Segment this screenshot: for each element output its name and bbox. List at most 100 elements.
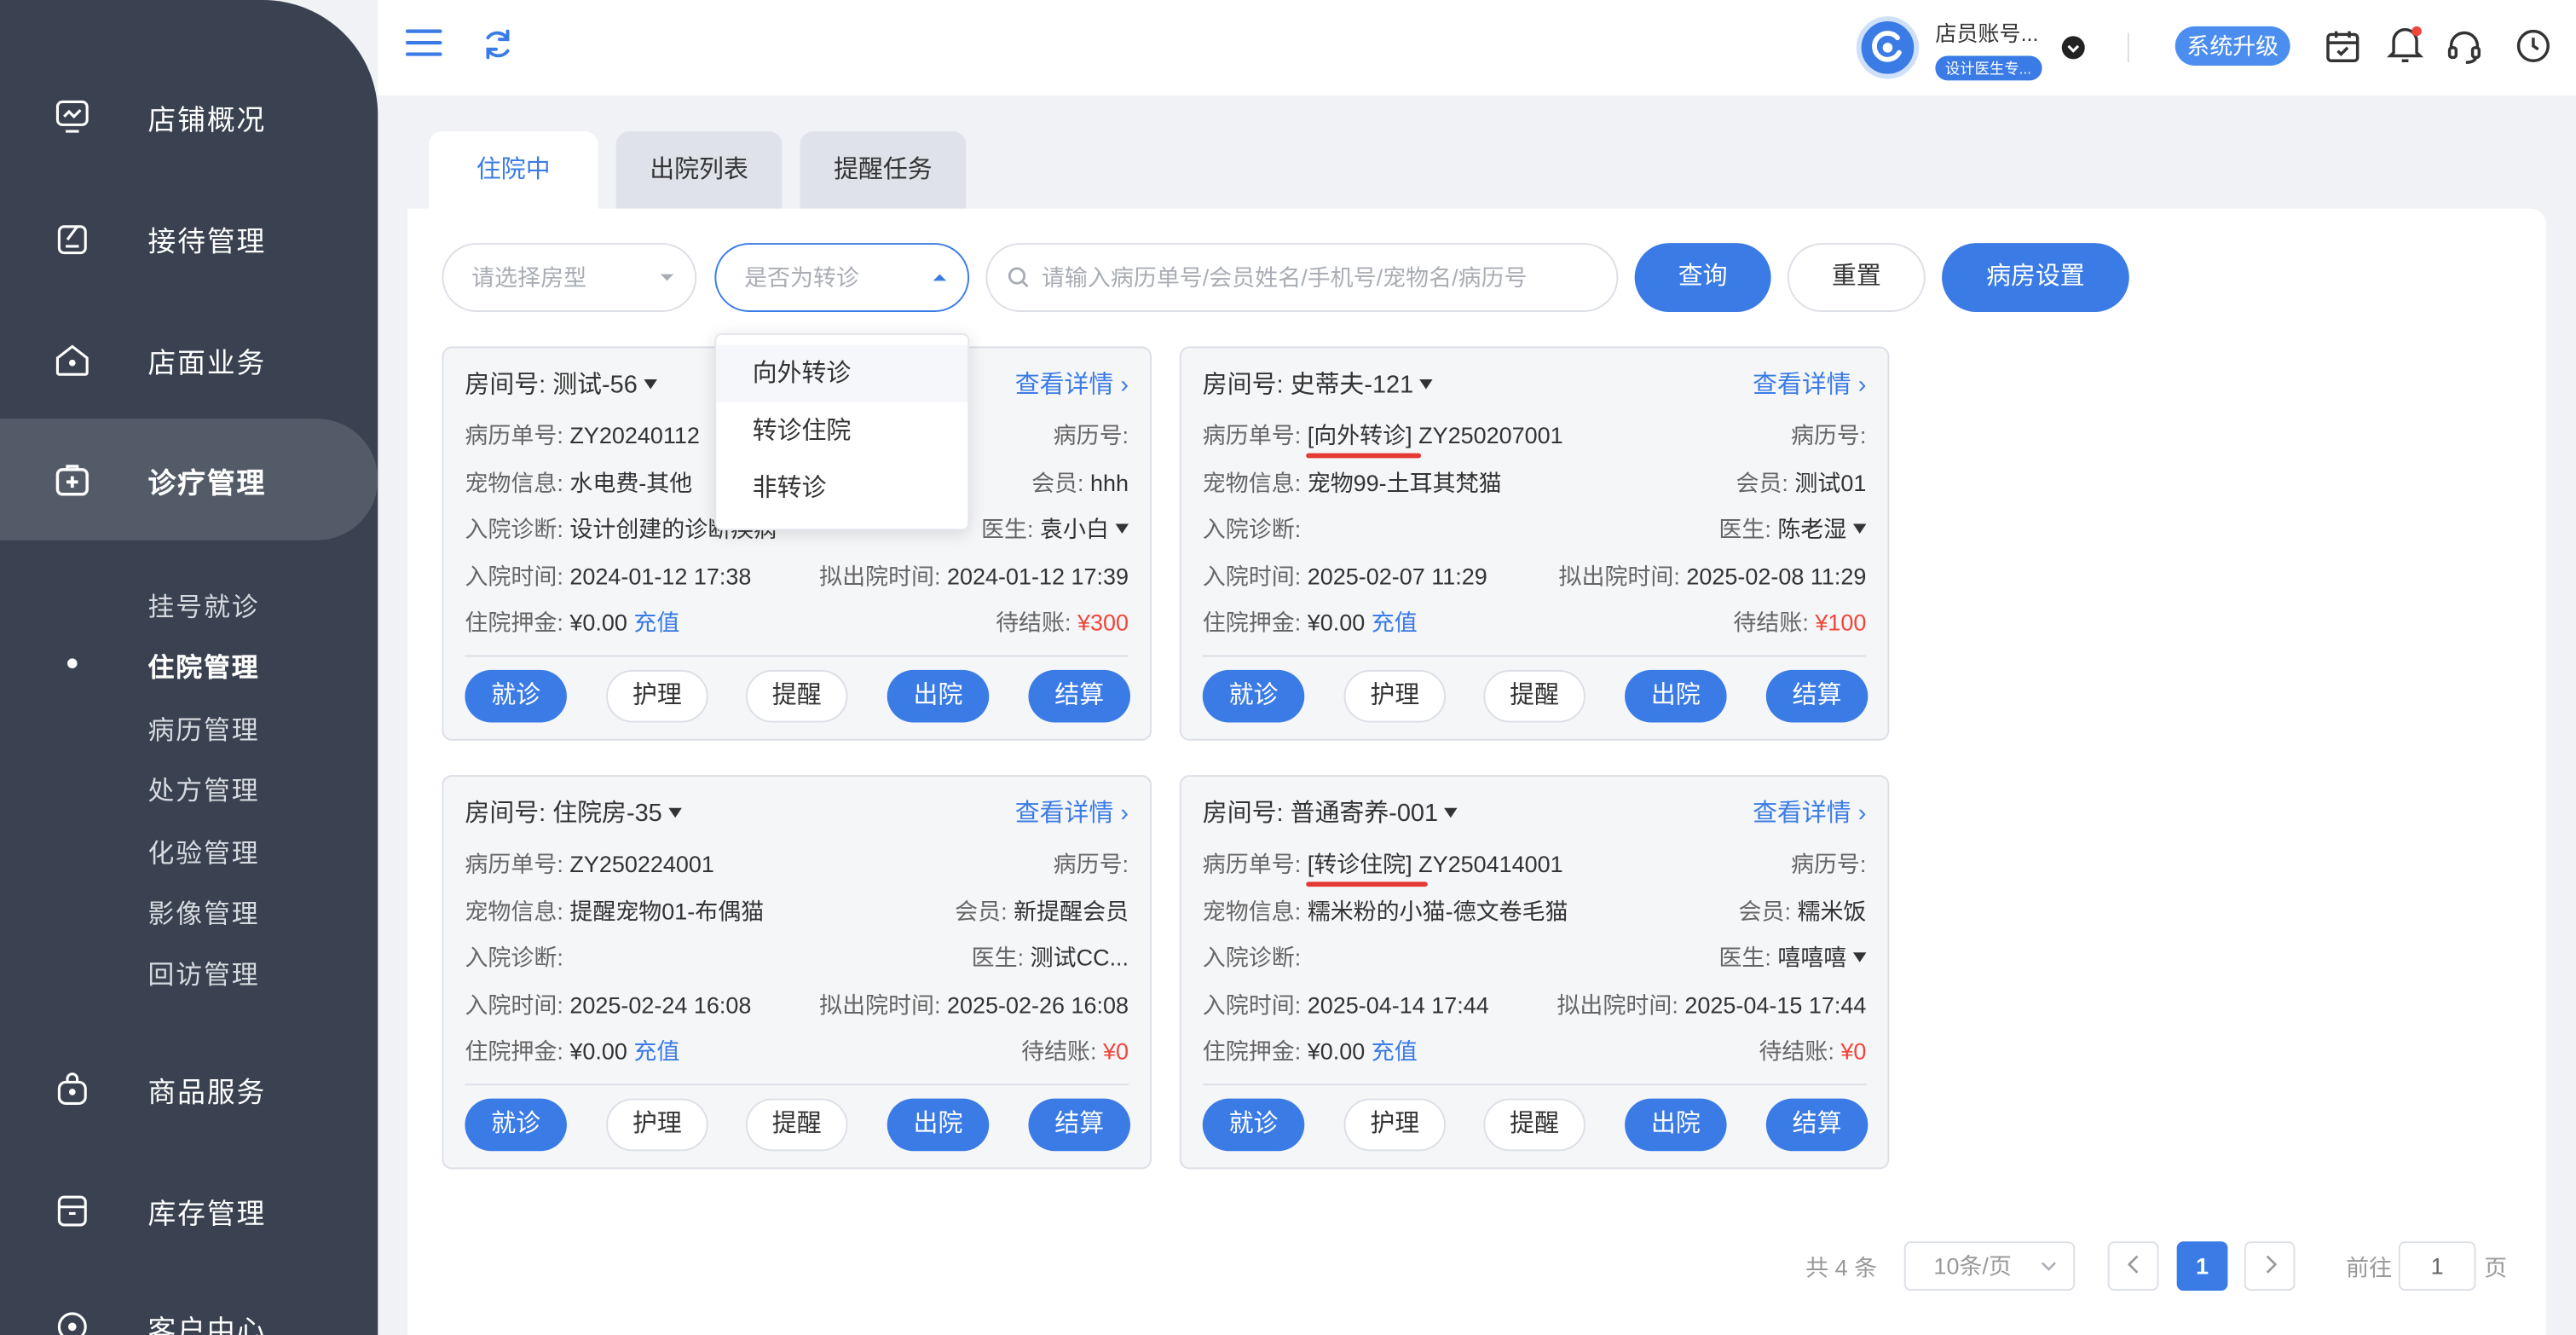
pet-info-value: 宠物99-土耳其梵猫: [1307, 469, 1502, 496]
sidebar-sub-prescriptions[interactable]: 处方管理: [147, 768, 259, 807]
discharge-button[interactable]: 出院: [887, 1098, 990, 1152]
discharge-button[interactable]: 出院: [1625, 669, 1727, 723]
room-name[interactable]: 住院房-35: [552, 800, 662, 828]
member-value: 新提醒会员: [1014, 898, 1129, 925]
caret-down-icon[interactable]: [668, 807, 682, 818]
query-button[interactable]: 查询: [1634, 243, 1771, 312]
clock-icon[interactable]: [2514, 26, 2553, 66]
tab-discharge-list[interactable]: 出院列表: [615, 131, 783, 209]
nursing-button[interactable]: 护理: [1343, 669, 1447, 723]
doctor-value[interactable]: 嘻嘻嘻: [1777, 945, 1846, 971]
room-name[interactable]: 测试-56: [552, 371, 638, 399]
dropdown-option-transfer-admission[interactable]: 转诊住院: [716, 402, 967, 459]
doctor-value[interactable]: 陈老湿: [1777, 516, 1846, 542]
account-avatar[interactable]: [1856, 16, 1920, 79]
remind-button[interactable]: 提醒: [745, 1098, 848, 1152]
doctor-label: 医生:: [1718, 515, 1771, 542]
nursing-button[interactable]: 护理: [606, 1098, 708, 1152]
sidebar-sub-records[interactable]: 病历管理: [147, 708, 259, 747]
nursing-button[interactable]: 护理: [1343, 1098, 1447, 1152]
settle-button[interactable]: 结算: [1028, 669, 1130, 723]
caret-down-icon[interactable]: [1419, 379, 1434, 390]
view-details-link[interactable]: 查看详情 ›: [1015, 369, 1129, 402]
sidebar: 店铺概况 接待管理 店面业务 诊疗管理 挂号就诊 住院管理 病历管理 处方管理 …: [0, 0, 378, 1335]
dropdown-option-outward-transfer[interactable]: 向外转诊: [716, 344, 968, 402]
sidebar-sub-lab[interactable]: 化验管理: [147, 831, 259, 870]
page-size-select[interactable]: 10条/页: [1903, 1241, 2076, 1291]
caret-down-icon[interactable]: [1852, 523, 1867, 535]
refresh-icon[interactable]: [482, 28, 515, 61]
details-label: 查看详情: [1753, 371, 1851, 400]
room-type-select[interactable]: 请选择房型: [442, 243, 697, 312]
discharge-button[interactable]: 出院: [887, 669, 990, 723]
case-no-label: 病历单号:: [465, 422, 563, 448]
settle-button[interactable]: 结算: [1765, 669, 1868, 723]
sidebar-item-reception[interactable]: 接待管理: [0, 177, 378, 299]
reset-button[interactable]: 重置: [1787, 243, 1926, 312]
transfer-placeholder: 是否为转诊: [744, 264, 859, 291]
nursing-button[interactable]: 护理: [606, 669, 708, 723]
system-upgrade-button[interactable]: 系统升级: [2175, 26, 2290, 66]
recharge-link[interactable]: 充值: [1372, 610, 1418, 636]
caret-down-icon[interactable]: [1444, 807, 1458, 818]
view-details-link[interactable]: 查看详情 ›: [1753, 798, 1866, 831]
visit-button[interactable]: 就诊: [465, 669, 567, 723]
recharge-link[interactable]: 充值: [633, 1037, 679, 1064]
recharge-link[interactable]: 充值: [1372, 1037, 1418, 1064]
tab-inpatient[interactable]: 住院中: [429, 131, 598, 211]
menu-toggle-icon[interactable]: [406, 26, 442, 60]
view-details-link[interactable]: 查看详情 ›: [1753, 369, 1866, 402]
remind-button[interactable]: 提醒: [745, 669, 848, 723]
deposit-value: ¥0.00: [1307, 609, 1366, 636]
admit-time-label: 入院时间:: [465, 991, 563, 1019]
next-page-button[interactable]: [2244, 1241, 2296, 1291]
visit-button[interactable]: 就诊: [1202, 1098, 1305, 1152]
dropdown-option-non-transfer[interactable]: 非转诊: [716, 459, 967, 517]
ward-settings-button[interactable]: 病房设置: [1942, 243, 2129, 312]
headset-icon[interactable]: [2445, 26, 2484, 66]
doctor-value[interactable]: 测试CC...: [1031, 945, 1129, 971]
page-number-current[interactable]: 1: [2176, 1241, 2228, 1291]
remind-button[interactable]: 提醒: [1483, 669, 1585, 723]
visit-button[interactable]: 就诊: [1202, 669, 1305, 723]
view-details-link[interactable]: 查看详情 ›: [1015, 798, 1129, 831]
sidebar-item-store-overview[interactable]: 店铺概况: [0, 55, 378, 177]
bell-icon[interactable]: [2385, 23, 2424, 66]
sidebar-item-customers[interactable]: 客户中心: [0, 1266, 378, 1335]
sidebar-item-medical[interactable]: 诊疗管理: [0, 419, 378, 540]
sidebar-sub-imaging[interactable]: 影像管理: [147, 892, 259, 931]
prev-page-button[interactable]: [2107, 1241, 2159, 1291]
discharge-button[interactable]: 出院: [1625, 1098, 1727, 1152]
room-name[interactable]: 普通寄养-001: [1291, 800, 1439, 828]
goto-page-input[interactable]: 1: [2398, 1241, 2476, 1291]
calendar-icon[interactable]: [2323, 26, 2362, 66]
room-card: 房间号: 住院房-35 查看详情 › 病历单号: ZY250224001 病历号: …: [442, 775, 1152, 1170]
settle-button[interactable]: 结算: [1765, 1098, 1868, 1152]
search-input[interactable]: 请输入病历单号/会员姓名/手机号/宠物名/病历号: [985, 243, 1619, 312]
chevron-right-icon: [2265, 1255, 2277, 1274]
doctor-value[interactable]: 袁小白: [1040, 516, 1109, 542]
remind-button[interactable]: 提醒: [1483, 1098, 1585, 1152]
pet-info-label: 宠物信息:: [1202, 469, 1302, 496]
room-name[interactable]: 史蒂夫-121: [1291, 371, 1414, 399]
settle-button[interactable]: 结算: [1028, 1098, 1130, 1152]
pending-label: 待结账:: [1759, 1037, 1834, 1065]
deposit-label: 住院押金:: [1202, 1037, 1302, 1065]
sidebar-item-products[interactable]: 商品服务: [0, 1028, 378, 1150]
caret-down-icon[interactable]: [1852, 952, 1867, 962]
deposit-label: 住院押金:: [1202, 609, 1302, 636]
sidebar-sub-registration[interactable]: 挂号就诊: [147, 585, 259, 624]
sidebar-sub-followup[interactable]: 回访管理: [147, 952, 259, 991]
caret-down-icon[interactable]: [644, 379, 657, 390]
recharge-link[interactable]: 充值: [633, 610, 679, 636]
record-no-label: 病历号:: [1790, 850, 1867, 877]
sidebar-item-inventory[interactable]: 库存管理: [0, 1149, 378, 1271]
sidebar-item-storefront[interactable]: 店面业务: [0, 299, 378, 421]
pet-info-value: 提醒宠物01-布偶猫: [569, 898, 765, 925]
tab-reminders[interactable]: 提醒任务: [800, 131, 967, 209]
visit-button[interactable]: 就诊: [465, 1098, 567, 1152]
transfer-select[interactable]: 是否为转诊: [714, 243, 970, 312]
caret-down-icon[interactable]: [1115, 523, 1129, 535]
account-dropdown-button[interactable]: [2061, 36, 2085, 60]
sidebar-sub-inpatient[interactable]: 住院管理: [147, 645, 259, 685]
